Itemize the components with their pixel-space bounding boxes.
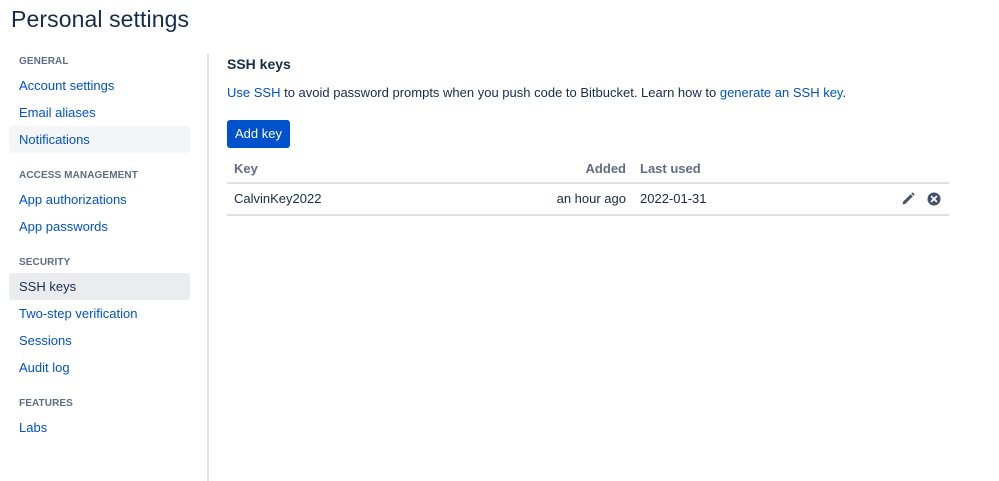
personal-settings-page: Personal settings GENERAL Account settin… — [0, 0, 999, 481]
sidebar-item-audit-log[interactable]: Audit log — [9, 354, 190, 381]
sidebar-item-app-authorizations[interactable]: App authorizations — [9, 186, 190, 213]
generate-ssh-key-link[interactable]: generate an SSH key — [720, 85, 843, 100]
description-text-end: . — [842, 85, 847, 100]
table-header: Key Added Last used — [227, 156, 949, 184]
sidebar-item-email-aliases[interactable]: Email aliases — [9, 99, 190, 126]
description-text: to avoid password prompts when you push … — [280, 85, 720, 100]
sidebar-divider — [207, 54, 209, 481]
key-name: CalvinKey2022 — [234, 191, 322, 206]
sidebar-item-account-settings[interactable]: Account settings — [9, 72, 190, 99]
key-last-used: 2022-01-31 — [640, 191, 707, 206]
nav-heading-security: SECURITY — [19, 257, 71, 268]
sidebar-item-app-passwords[interactable]: App passwords — [9, 213, 190, 240]
nav-heading-features: FEATURES — [19, 398, 73, 409]
column-header-key[interactable]: Key — [234, 156, 258, 182]
key-added: an hour ago — [556, 191, 626, 206]
nav-heading-access-management: ACCESS MANAGEMENT — [19, 170, 138, 181]
nav-heading-general: GENERAL — [19, 56, 69, 67]
row-actions — [901, 184, 941, 214]
section-title: SSH keys — [227, 56, 291, 72]
ssh-description: Use SSH to avoid password prompts when y… — [227, 82, 949, 104]
use-ssh-link[interactable]: Use SSH — [227, 85, 280, 100]
column-header-last-used[interactable]: Last used — [640, 156, 701, 182]
table-row: CalvinKey2022 an hour ago 2022-01-31 — [227, 184, 949, 216]
close-circle-icon[interactable] — [927, 192, 941, 206]
sidebar-item-ssh-keys[interactable]: SSH keys — [9, 273, 190, 300]
main-content: SSH keys Use SSH to avoid password promp… — [227, 52, 949, 216]
sidebar-item-notifications[interactable]: Notifications — [9, 126, 190, 153]
ssh-keys-table: Key Added Last used CalvinKey2022 an hou… — [227, 156, 949, 216]
sidebar-item-labs[interactable]: Labs — [9, 414, 190, 441]
column-header-added[interactable]: Added — [586, 156, 626, 182]
pencil-icon[interactable] — [901, 192, 915, 206]
add-key-button[interactable]: Add key — [227, 120, 290, 148]
sidebar-item-sessions[interactable]: Sessions — [9, 327, 190, 354]
sidebar-item-two-step-verification[interactable]: Two-step verification — [9, 300, 190, 327]
page-title: Personal settings — [11, 6, 190, 32]
sidebar: GENERAL Account settings Email aliases N… — [9, 52, 190, 441]
